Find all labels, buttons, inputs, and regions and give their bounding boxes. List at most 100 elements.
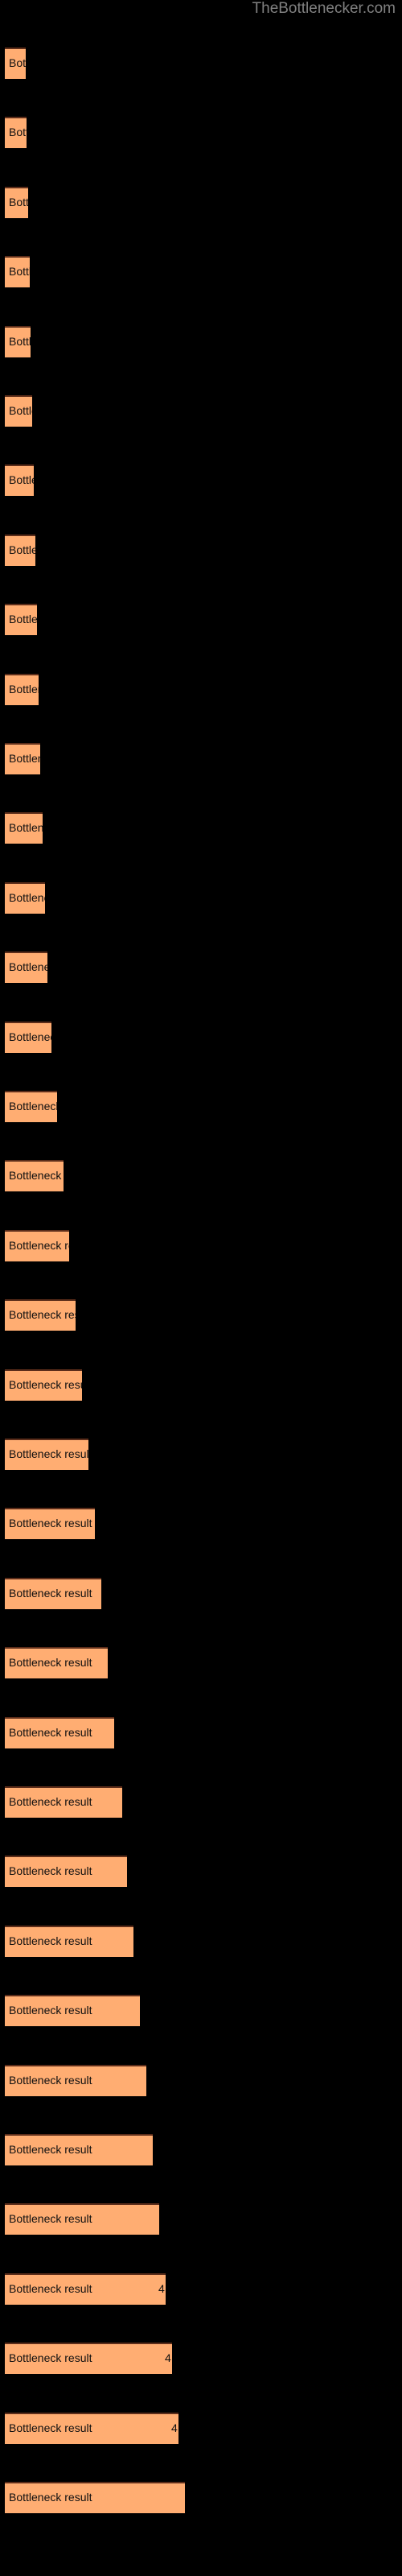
bar-row: Bottleneck result (0, 1925, 402, 1957)
bar-9[interactable]: Bottleneck result (5, 604, 37, 636)
bar-24[interactable]: Bottleneck result (5, 1647, 108, 1679)
bar-row: Bottleneck result (0, 1021, 402, 1053)
bar-row: Bottleneck result (0, 1786, 402, 1818)
bar-label: Bottleneck result (9, 1725, 92, 1739)
bar-23[interactable]: Bottleneck result (5, 1577, 101, 1609)
bar-row: Bottleneck result (0, 1577, 402, 1609)
bar-value: 4 (171, 2421, 178, 2434)
bar-row: Bottleneck result 4 (0, 2273, 402, 2305)
bar-label: Bottleneck result (9, 821, 43, 835)
bar-row: Bottleneck result (0, 1091, 402, 1122)
bar-36[interactable]: Bottleneck result (5, 2482, 185, 2513)
bar-label: Bottleneck result (9, 195, 28, 208)
bar-28[interactable]: Bottleneck result (5, 1925, 133, 1957)
bar-row: Bottleneck result (0, 812, 402, 844)
bar-4[interactable]: Bottleneck result (5, 256, 30, 288)
bar-2[interactable]: Bottleneck result (5, 117, 27, 149)
bar-label: Bottleneck result (9, 1308, 76, 1322)
bar-5[interactable]: Bottleneck result (5, 325, 31, 357)
bar-15[interactable]: Bottleneck result (5, 1021, 51, 1053)
bar-row: Bottleneck result (0, 47, 402, 79)
bar-label: Bottleneck result (9, 334, 31, 348)
bar-row: Bottleneck result (0, 2134, 402, 2165)
bar-row: Bottleneck result (0, 325, 402, 357)
bar-29[interactable]: Bottleneck result (5, 1995, 140, 2027)
bar-row: Bottleneck result 4 (0, 2343, 402, 2375)
bar-label: Bottleneck result (9, 2351, 92, 2365)
bar-label: Bottleneck result (9, 265, 30, 279)
bar-label: Bottleneck result (9, 2281, 92, 2295)
bar-row: Bottleneck result (0, 1647, 402, 1679)
bar-25[interactable]: Bottleneck result (5, 1716, 114, 1748)
bar-label: Bottleneck result (9, 1656, 92, 1670)
bar-row: Bottleneck result (0, 2482, 402, 2513)
bar-row: Bottleneck result (0, 2064, 402, 2096)
bar-row: Bottleneck result (0, 256, 402, 288)
bar-row: Bottleneck result (0, 1508, 402, 1540)
bar-22[interactable]: Bottleneck result (5, 1508, 95, 1540)
bar-33[interactable]: Bottleneck result 4 (5, 2273, 166, 2305)
bar-label: Bottleneck result (9, 752, 40, 765)
bar-17[interactable]: Bottleneck result (5, 1160, 64, 1192)
bar-row: Bottleneck result (0, 1995, 402, 2027)
bar-label: Bottleneck result (9, 126, 27, 139)
bar-20[interactable]: Bottleneck result (5, 1368, 82, 1401)
bar-label: Bottleneck result (9, 2004, 92, 2017)
bar-row: Bottleneck result (0, 117, 402, 149)
bar-value: 4 (158, 2281, 165, 2295)
bar-row: Bottleneck result (0, 395, 402, 427)
bar-row: Bottleneck result (0, 952, 402, 984)
bar-row: Bottleneck result (0, 743, 402, 774)
bar-value: 4 (165, 2351, 171, 2365)
bar-row: Bottleneck result (0, 604, 402, 636)
bar-row: Bottleneck result (0, 673, 402, 705)
bar-label: Bottleneck result (9, 613, 37, 626)
bar-8[interactable]: Bottleneck result (5, 534, 35, 566)
bar-label: Bottleneck result (9, 2491, 92, 2504)
bar-35[interactable]: Bottleneck result 4 (5, 2412, 178, 2444)
bar-row: Bottleneck result (0, 186, 402, 218)
bar-1[interactable]: Bottleneck result (5, 47, 26, 79)
bar-14[interactable]: Bottleneck result (5, 952, 47, 984)
bar-row: Bottleneck result (0, 881, 402, 914)
bar-30[interactable]: Bottleneck result (5, 2064, 146, 2096)
bar-row: Bottleneck result (0, 464, 402, 497)
bar-7[interactable]: Bottleneck result (5, 464, 34, 497)
bar-label: Bottleneck result (9, 1169, 64, 1183)
bar-10[interactable]: Bottleneck result (5, 673, 39, 705)
bar-row: Bottleneck result (0, 1160, 402, 1192)
bar-6[interactable]: Bottleneck result (5, 395, 32, 427)
bar-label: Bottleneck result (9, 404, 32, 417)
bar-26[interactable]: Bottleneck result (5, 1786, 122, 1818)
bar-row: Bottleneck result (0, 1299, 402, 1331)
bar-12[interactable]: Bottleneck result (5, 812, 43, 844)
bar-label: Bottleneck result (9, 2073, 92, 2087)
bar-34[interactable]: Bottleneck result 4 (5, 2343, 172, 2375)
bar-3[interactable]: Bottleneck result (5, 186, 28, 218)
bar-label: Bottleneck result (9, 1795, 92, 1808)
bar-row: Bottleneck result (0, 2203, 402, 2235)
bar-row: Bottleneck result (0, 1229, 402, 1261)
bar-label: Bottleneck result (9, 960, 47, 974)
bar-11[interactable]: Bottleneck result (5, 743, 40, 774)
bar-13[interactable]: Bottleneck result (5, 881, 45, 914)
bar-label: Bottleneck result (9, 56, 26, 69)
bar-label: Bottleneck result (9, 1238, 69, 1252)
bar-row: Bottleneck result (0, 1856, 402, 1888)
bar-row: Bottleneck result (0, 1716, 402, 1748)
bar-label: Bottleneck result (9, 1030, 51, 1043)
bar-label: Bottleneck result (9, 1377, 82, 1391)
bar-16[interactable]: Bottleneck result (5, 1091, 57, 1122)
bar-32[interactable]: Bottleneck result (5, 2203, 159, 2235)
bar-19[interactable]: Bottleneck result (5, 1299, 76, 1331)
bar-21[interactable]: Bottleneck result (5, 1439, 88, 1470)
bar-label: Bottleneck result (9, 473, 34, 487)
bar-label: Bottleneck result (9, 1586, 92, 1600)
bar-row: Bottleneck result 4 (0, 2412, 402, 2444)
bar-18[interactable]: Bottleneck result (5, 1229, 69, 1261)
bar-row: Bottleneck result (0, 1439, 402, 1470)
bar-31[interactable]: Bottleneck result (5, 2134, 153, 2165)
bar-27[interactable]: Bottleneck result (5, 1856, 127, 1888)
bar-label: Bottleneck result (9, 682, 39, 696)
bar-label: Bottleneck result (9, 890, 45, 904)
